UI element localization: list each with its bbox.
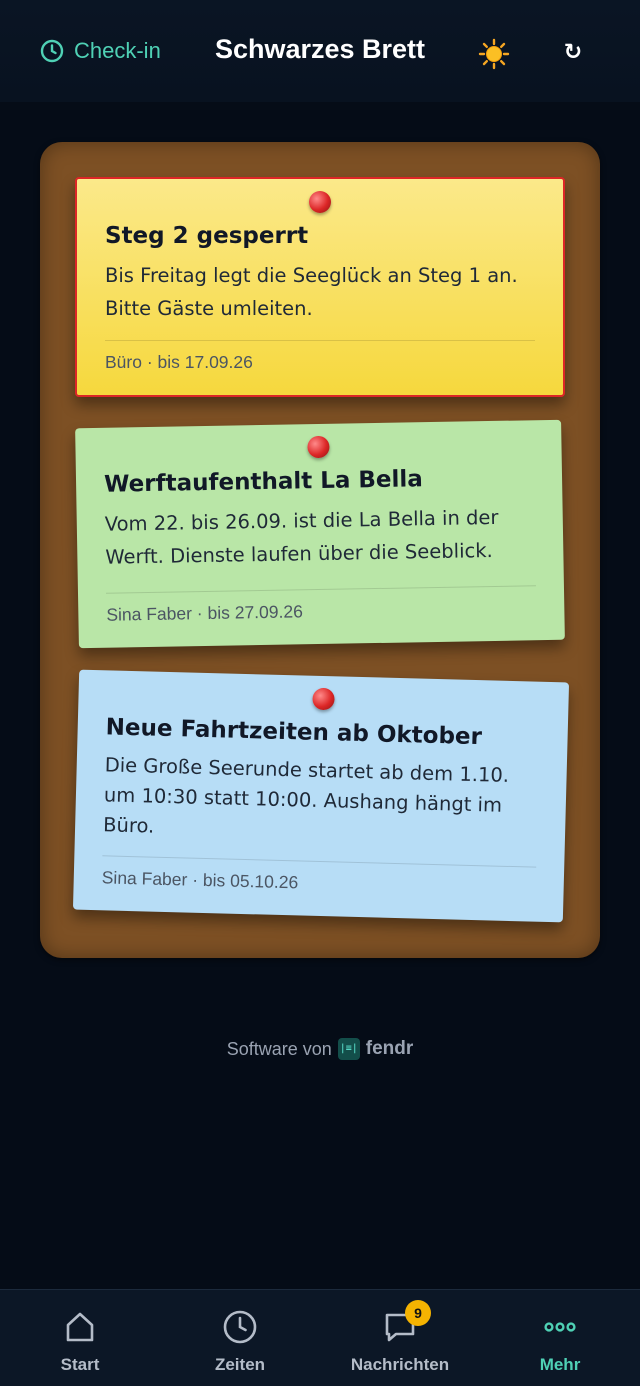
notice-title: Steg 2 gesperrt <box>105 223 309 249</box>
notice-body: Bis Freitag legt die Seeglück an Steg 1 … <box>105 264 518 320</box>
unread-badge: 9 <box>405 1300 431 1326</box>
tab-nachrichten[interactable]: 9 Nachrichten <box>320 1290 480 1386</box>
tab-zeiten[interactable]: Zeiten <box>160 1290 320 1386</box>
tab-label: Start <box>60 1355 100 1374</box>
notice-meta: Sina Faber · bis 05.10.26 <box>101 855 537 900</box>
tab-label: Zeiten <box>214 1355 266 1374</box>
tab-label: Nachrichten <box>350 1355 450 1374</box>
home-icon <box>66 1312 94 1342</box>
page-title: Schwarzes Brett <box>214 34 426 64</box>
refresh-icon: ↻ <box>563 40 583 65</box>
tab-mehr[interactable]: Mehr <box>480 1290 640 1386</box>
credit-text: Software von <box>226 1038 332 1059</box>
notice-meta: Sina Faber · bis 27.09.26 <box>105 585 537 626</box>
notice-body: Vom 22. bis 26.09. ist die La Bella in d… <box>104 505 499 569</box>
pushpin-icon <box>312 687 335 711</box>
clock-icon <box>223 1310 257 1344</box>
sun-icon <box>478 38 510 70</box>
tab-start[interactable]: Start <box>0 1290 160 1386</box>
pushpin-icon <box>307 435 330 459</box>
fendr-logo-icon: |≡| <box>337 1038 360 1060</box>
theme-toggle-button[interactable] <box>478 38 510 70</box>
notice-title: Neue Fahrtzeiten ab Oktober <box>105 714 483 751</box>
bottom-tab-bar: Start Zeiten 9 Nachrichten Mehr <box>0 1289 640 1386</box>
refresh-button[interactable]: ↻ <box>556 36 590 70</box>
notice-card[interactable]: Neue Fahrtzeiten ab Oktober Die Große Se… <box>72 669 570 923</box>
notice-body: Die Große Seerunde startet ab dem 1.10. … <box>102 753 510 838</box>
brand-name: fendr <box>365 1038 414 1059</box>
pushpin-icon <box>309 191 331 213</box>
software-credit[interactable]: Software von |≡| fendr <box>0 1038 640 1060</box>
more-icon <box>544 1322 576 1332</box>
notice-card[interactable]: Steg 2 gesperrt Bis Freitag legt die See… <box>75 177 565 397</box>
notice-card[interactable]: Werftaufenthalt La Bella Vom 22. bis 26.… <box>75 419 565 649</box>
app-header: Check-in Schwarzes Brett ↻ <box>0 0 640 102</box>
notice-meta: Büro · bis 17.09.26 <box>105 340 535 373</box>
tab-label: Mehr <box>539 1355 581 1374</box>
notice-title: Werftaufenthalt La Bella <box>103 466 424 498</box>
